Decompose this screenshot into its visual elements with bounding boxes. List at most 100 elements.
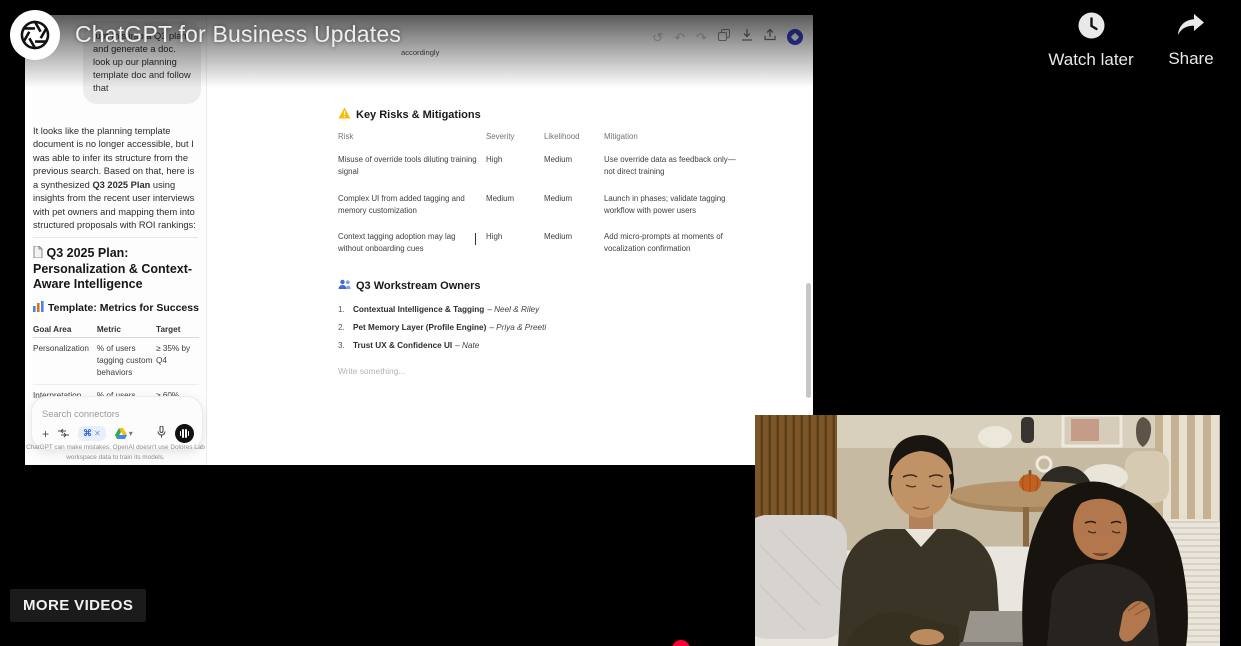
table-leg xyxy=(1023,507,1029,549)
risk-cell: Add micro-prompts at moments of vocaliza… xyxy=(604,224,738,263)
owners-list: 1. Contextual Intelligence & Tagging– Ne… xyxy=(338,300,704,355)
watch-later-label: Watch later xyxy=(1048,50,1134,70)
workstream-owner: – Priya & Preeti xyxy=(489,323,546,332)
chat-sidebar: turn this into a Q3 plan and generate a … xyxy=(25,15,207,465)
watch-later-button[interactable]: Watch later xyxy=(1048,12,1134,70)
divider xyxy=(33,237,198,238)
risk-cell: High xyxy=(486,147,538,186)
blue-badge-icon[interactable] xyxy=(787,29,803,45)
share-label: Share xyxy=(1160,49,1222,69)
risks-table: Risk Severity Likelihood Mitigation Misu… xyxy=(338,132,704,263)
connector-icon: ⌘ xyxy=(83,428,92,439)
redo-icon[interactable]: ↷ xyxy=(696,31,707,44)
assistant-text-bold: Q3 2025 Plan xyxy=(92,180,150,190)
share-button[interactable]: Share xyxy=(1160,12,1222,69)
doc-toolbar: ↺ ↶ ↷ xyxy=(652,28,803,46)
risks-col-header: Severity xyxy=(486,132,538,147)
write-placeholder[interactable]: Write something... xyxy=(338,366,704,376)
workstream-owner: – Nate xyxy=(455,341,479,350)
risk-cell: Launch in phases; validate tagging workf… xyxy=(604,186,738,225)
mic-icon[interactable] xyxy=(157,425,166,443)
risks-col-header: Mitigation xyxy=(604,132,738,147)
metrics-col-header: Target xyxy=(156,321,199,338)
upload-icon[interactable] xyxy=(764,28,776,46)
assistant-message: It looks like the planning template docu… xyxy=(33,125,199,233)
risk-cell: Medium xyxy=(544,224,598,263)
metrics-cell: % of users tagging custom behaviors xyxy=(97,338,156,385)
workstream-title: Contextual Intelligence & Tagging xyxy=(353,305,484,314)
metrics-heading: Template: Metrics for Success xyxy=(33,301,199,315)
metrics-cell: Personalization xyxy=(33,338,97,385)
disclaimer-text: ChatGPT can make mistakes. OpenAI doesn'… xyxy=(25,443,206,463)
dark-vase xyxy=(1021,417,1034,443)
list-item: 2. Pet Memory Layer (Profile Engine)– Pr… xyxy=(338,318,704,336)
metrics-col-header: Metric xyxy=(97,321,156,338)
list-item: 3. Trust UX & Confidence UI– Nate xyxy=(338,337,704,355)
list-number: 2. xyxy=(338,322,348,333)
risk-cell: Complex UI from added tagging and memory… xyxy=(338,186,480,225)
video-player: turn this into a Q3 plan and generate a … xyxy=(0,0,1241,646)
risks-heading: Key Risks & Mitigations xyxy=(338,107,704,122)
openai-logo xyxy=(18,18,52,52)
framed-art-print xyxy=(1071,419,1099,441)
red-dot xyxy=(672,640,690,646)
risk-cell: Use override data as feedback only—not d… xyxy=(604,147,738,186)
chevron-down-icon: ▾ xyxy=(129,429,133,438)
risk-cell: Misuse of override tools diluting traini… xyxy=(338,147,480,186)
google-drive-selector[interactable]: ▾ xyxy=(115,428,133,439)
download-icon[interactable] xyxy=(741,28,753,46)
scrollbar[interactable] xyxy=(806,283,811,398)
undo-icon[interactable]: ↶ xyxy=(674,31,685,44)
canvas-document: ↺ ↶ ↷ accordingly Key Risks & Mitigation… xyxy=(208,15,813,465)
doc-preview-title-text: Q3 2025 Plan: Personalization & Context-… xyxy=(33,246,192,291)
metrics-cell: ≥ 35% by Q4 xyxy=(156,338,199,385)
risk-cell: Medium xyxy=(486,186,538,225)
warning-icon xyxy=(338,107,351,122)
chat-composer[interactable]: + ⌘✕ ▾ xyxy=(31,396,203,450)
table-row: Personalization % of users tagging custo… xyxy=(33,338,199,385)
doc-preview-title: Q3 2025 Plan: Personalization & Context-… xyxy=(33,246,199,292)
list-item: 1. Contextual Intelligence & Tagging– Ne… xyxy=(338,300,704,318)
channel-avatar[interactable] xyxy=(10,10,60,60)
page-icon xyxy=(33,246,43,262)
risks-col-header: Risk xyxy=(338,132,480,147)
tune-icon[interactable] xyxy=(58,428,69,440)
google-drive-icon xyxy=(115,428,127,439)
remove-connector-icon[interactable]: ✕ xyxy=(94,429,101,438)
chatgpt-screen-recording: turn this into a Q3 plan and generate a … xyxy=(25,15,813,465)
video-title[interactable]: ChatGPT for Business Updates xyxy=(75,21,401,48)
couch-arm-pillow xyxy=(755,515,847,639)
webcam-video-inset xyxy=(755,415,1220,646)
risks-section: Key Risks & Mitigations Risk Severity Li… xyxy=(338,107,704,263)
history-icon[interactable]: ↺ xyxy=(652,31,663,44)
connector-chip[interactable]: ⌘✕ xyxy=(78,426,106,441)
people-icon xyxy=(338,279,351,293)
risks-col-header: Likelihood xyxy=(544,132,598,147)
workstream-title: Trust UX & Confidence UI xyxy=(353,341,452,350)
list-number: 3. xyxy=(338,340,348,351)
doc-stray-text: accordingly xyxy=(401,48,439,57)
bowl-planter xyxy=(978,426,1012,448)
bar-chart-icon xyxy=(33,301,44,315)
workstream-title: Pet Memory Layer (Profile Engine) xyxy=(353,323,486,332)
list-number: 1. xyxy=(338,304,348,315)
workstream-owner: – Neel & Riley xyxy=(487,305,539,314)
risks-heading-text: Key Risks & Mitigations xyxy=(356,109,481,121)
metrics-heading-text: Template: Metrics for Success xyxy=(48,302,199,314)
search-connectors-input[interactable] xyxy=(42,409,192,419)
composer-toolbar: + ⌘✕ ▾ xyxy=(42,424,194,443)
voice-mode-button[interactable] xyxy=(175,424,194,443)
text-cursor xyxy=(475,233,476,245)
risk-cell: Context tagging adoption may lag without… xyxy=(338,224,480,263)
owners-heading-text: Q3 Workstream Owners xyxy=(356,280,481,292)
more-videos-button[interactable]: MORE VIDEOS xyxy=(10,589,146,622)
clock-icon xyxy=(1078,12,1105,39)
share-arrow-icon xyxy=(1176,12,1206,38)
metrics-col-header: Goal Area xyxy=(33,321,97,338)
risk-cell: High xyxy=(486,224,538,263)
plus-icon[interactable]: + xyxy=(42,428,49,440)
risk-cell: Medium xyxy=(544,147,598,186)
owners-heading: Q3 Workstream Owners xyxy=(338,279,704,293)
risk-cell: Medium xyxy=(544,186,598,225)
copy-icon[interactable] xyxy=(718,28,730,46)
